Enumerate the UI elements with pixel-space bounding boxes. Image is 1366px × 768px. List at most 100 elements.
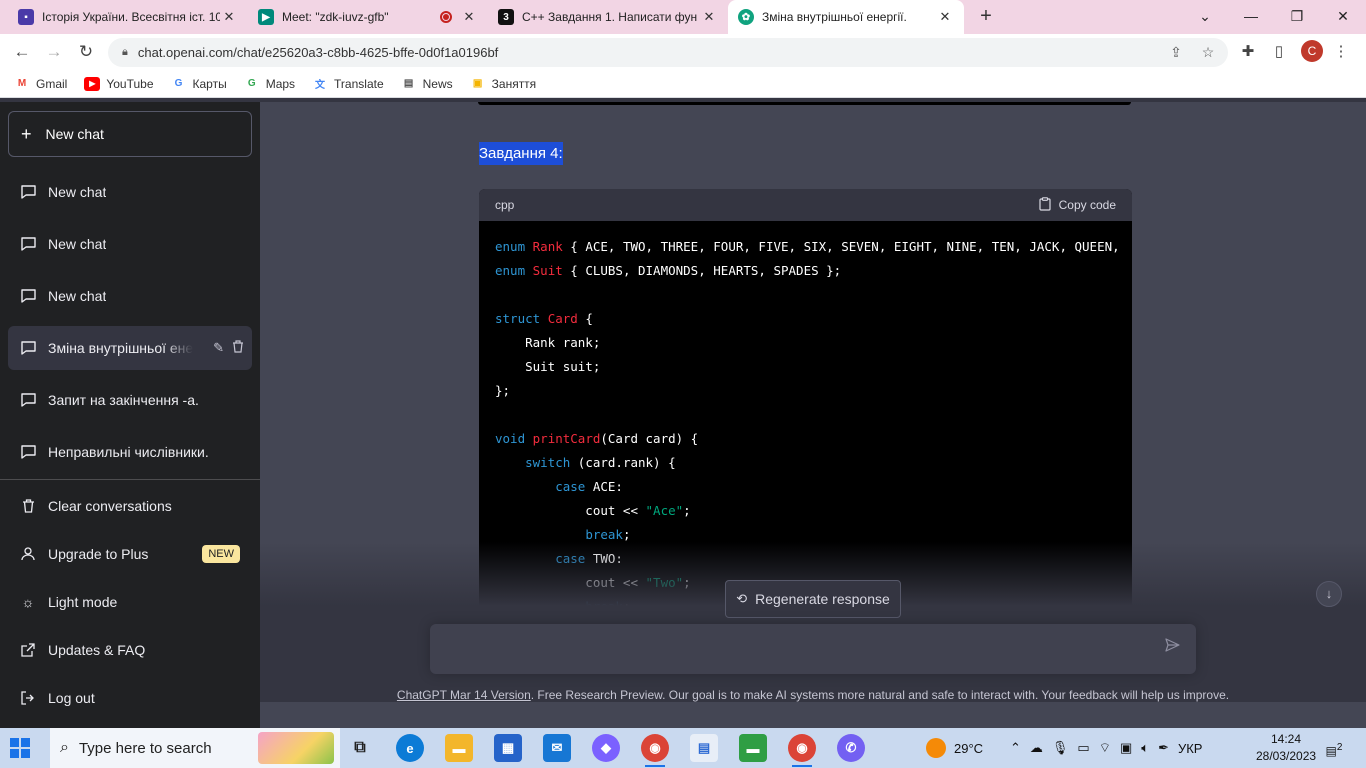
- version-link[interactable]: ChatGPT Mar 14 Version: [397, 688, 531, 702]
- news-app-icon[interactable]: ▤: [690, 734, 718, 762]
- code-token: { CLUBS, DIAMONDS, HEARTS, SPADES };: [562, 263, 842, 278]
- chrome-profile-icon[interactable]: ◉: [788, 734, 816, 767]
- chat-item-active[interactable]: Зміна внутрішньої ене ✎: [8, 326, 252, 370]
- code-line: void printCard(Card card) {: [495, 427, 1116, 451]
- message-input[interactable]: [430, 624, 1196, 674]
- wifi-icon[interactable]: ⌔: [1099, 740, 1111, 756]
- code-token: {: [577, 311, 593, 326]
- chat-sidebar: + New chat New chat New chat New chat Зм…: [0, 102, 260, 728]
- profile-avatar[interactable]: C: [1301, 40, 1323, 62]
- close-tab-icon[interactable]: ✕: [460, 9, 478, 25]
- code-header: cpp Copy code: [479, 189, 1132, 221]
- new-chat-button[interactable]: + New chat: [8, 111, 252, 157]
- side-panel-icon[interactable]: ▯: [1266, 40, 1292, 64]
- tab-meet[interactable]: ▶ Meet: "zdk-iuvz-gfb" ✕: [248, 0, 488, 34]
- send-icon[interactable]: [1165, 638, 1180, 655]
- browser-toolbar: ← → ↻ 🔒︎ chat.openai.com/chat/e25620a3-c…: [0, 34, 1366, 70]
- code-token: Rank: [532, 239, 563, 254]
- store-icon[interactable]: ▦: [494, 734, 522, 762]
- close-window-icon[interactable]: ✕: [1320, 4, 1366, 28]
- code-token: break: [585, 527, 623, 542]
- tab-chatgpt[interactable]: ✿ Зміна внутрішньої енергії. ✕: [728, 0, 964, 34]
- task-view-icon[interactable]: ⧉: [346, 734, 374, 762]
- light-mode-button[interactable]: ☼ Light mode: [8, 580, 252, 624]
- chat-item[interactable]: New chat: [8, 274, 252, 318]
- bookmark-translate[interactable]: 文 Translate: [312, 77, 384, 92]
- back-icon[interactable]: ←: [9, 40, 35, 64]
- viber-icon[interactable]: ✆: [837, 734, 865, 762]
- gmail-icon: M: [17, 78, 27, 89]
- code-token: void: [495, 431, 526, 446]
- taskbar-search[interactable]: ⌕ Type here to search: [50, 728, 340, 768]
- minimize-icon[interactable]: —: [1228, 4, 1274, 28]
- forward-icon[interactable]: →: [41, 40, 67, 64]
- search-icon: ⌕: [60, 739, 69, 756]
- regenerate-response-button[interactable]: ⟲ Regenerate response: [725, 580, 901, 618]
- logout-icon: [20, 691, 36, 705]
- code-line: Rank rank;: [495, 331, 1116, 355]
- clear-conversations-button[interactable]: Clear conversations: [8, 484, 252, 528]
- chevron-up-icon[interactable]: ⌃: [1010, 740, 1021, 756]
- mail-icon[interactable]: ✉: [543, 734, 571, 762]
- edit-icon[interactable]: ✎: [213, 340, 224, 356]
- address-bar[interactable]: 🔒︎ chat.openai.com/chat/e25620a3-c8bb-46…: [108, 38, 1228, 67]
- chat-item[interactable]: Запит на закінчення -а.: [8, 378, 252, 422]
- reload-icon[interactable]: ↻: [73, 40, 99, 64]
- bookmark-label: Gmail: [36, 76, 68, 91]
- notification-center-icon[interactable]: ▤2: [1322, 738, 1346, 758]
- bookmark-maps[interactable]: G Maps: [244, 77, 295, 91]
- volume-icon[interactable]: 🔈︎: [1141, 740, 1149, 756]
- bookmark-news[interactable]: ▤ News: [401, 77, 453, 91]
- camera-icon[interactable]: ▣: [1120, 740, 1132, 756]
- weather-widget[interactable]: 29°C: [926, 728, 983, 768]
- chat-item[interactable]: New chat: [8, 222, 252, 266]
- maximize-icon[interactable]: ❐: [1274, 4, 1320, 28]
- tab-cpp[interactable]: 3 C++ Завдання 1. Написати фун ✕: [488, 0, 728, 34]
- chat-item[interactable]: Неправильні числівники.: [8, 430, 252, 474]
- code-token: };: [495, 383, 511, 398]
- menu-icon[interactable]: ⋮: [1328, 40, 1354, 64]
- language-indicator[interactable]: УКР: [1178, 741, 1203, 756]
- microphone-icon[interactable]: 🎙︎: [1052, 740, 1069, 756]
- bookmark-gmail[interactable]: M Gmail: [14, 76, 68, 91]
- pen-icon[interactable]: ✒: [1158, 740, 1169, 756]
- trash-icon[interactable]: [232, 340, 244, 356]
- windows-taskbar: ⌕ Type here to search ⧉ e ▬ ▦ ✉ ◆ ◉ ▤ ▬ …: [0, 728, 1366, 768]
- share-icon[interactable]: ⇪: [1164, 40, 1188, 64]
- clock-date: 28/03/2023: [1256, 749, 1317, 763]
- bookmark-classroom[interactable]: ▣ Заняття: [470, 77, 536, 91]
- tab-search-icon[interactable]: ⌄: [1182, 4, 1228, 28]
- edge-icon[interactable]: e: [396, 734, 424, 762]
- windows-start-icon[interactable]: [10, 738, 30, 758]
- app-icon[interactable]: ▬: [739, 734, 767, 762]
- close-tab-icon[interactable]: ✕: [220, 9, 238, 25]
- scroll-to-bottom-icon[interactable]: ↓: [1316, 581, 1342, 607]
- log-out-button[interactable]: Log out: [8, 676, 252, 720]
- bookmark-star-icon[interactable]: ☆: [1196, 40, 1220, 64]
- copy-code-button[interactable]: Copy code: [1039, 196, 1116, 214]
- clock[interactable]: 14:24 28/03/2023: [1256, 731, 1316, 765]
- chat-item[interactable]: New chat: [8, 170, 252, 214]
- extensions-icon[interactable]: ✚: [1235, 40, 1261, 64]
- file-explorer-icon[interactable]: ▬: [445, 734, 473, 762]
- chat-bubble-icon: [20, 237, 36, 251]
- close-tab-icon[interactable]: ✕: [700, 9, 718, 25]
- copilot-icon[interactable]: ◆: [592, 734, 620, 762]
- tab-history[interactable]: ▪ Історія України. Всесвітня іст. 10 ✕: [8, 0, 248, 34]
- chat-item-label: New chat: [48, 184, 107, 200]
- cloud-icon[interactable]: ☁: [1030, 740, 1043, 756]
- refresh-icon: ⟲: [736, 591, 748, 606]
- updates-faq-link[interactable]: Updates & FAQ: [8, 628, 252, 672]
- chrome-icon[interactable]: ◉: [641, 734, 669, 767]
- bookmark-karty[interactable]: G Карты: [171, 77, 227, 91]
- battery-icon[interactable]: ▭: [1077, 740, 1089, 756]
- bookmark-youtube[interactable]: ▶ YouTube: [84, 76, 154, 91]
- code-line: cout << "Ace";: [495, 499, 1116, 523]
- footer-disclaimer: ChatGPT Mar 14 Version. Free Research Pr…: [260, 688, 1366, 702]
- lock-icon: 🔒︎: [122, 46, 128, 58]
- close-tab-icon[interactable]: ✕: [936, 9, 954, 25]
- code-line: struct Card {: [495, 307, 1116, 331]
- upgrade-button[interactable]: Upgrade to Plus NEW: [8, 532, 252, 576]
- new-tab-icon[interactable]: +: [974, 6, 998, 28]
